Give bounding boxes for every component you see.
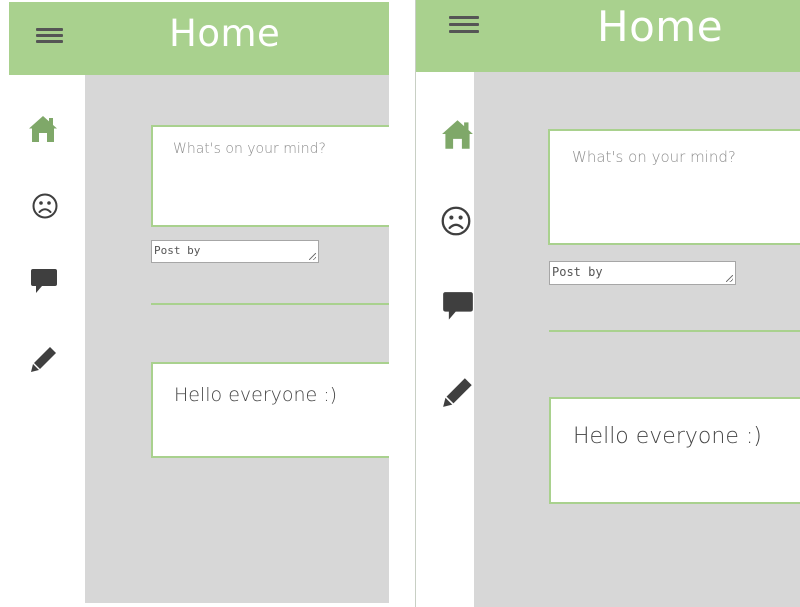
comment-icon[interactable]	[30, 268, 58, 296]
divider	[549, 330, 800, 332]
post-by-placeholder: Post by	[552, 265, 603, 279]
resize-grip-icon[interactable]	[309, 253, 316, 260]
divider	[151, 303, 389, 305]
pencil-icon[interactable]	[442, 376, 474, 408]
sad-face-icon[interactable]	[32, 193, 58, 219]
home-icon[interactable]	[28, 115, 58, 143]
post-card: Hello everyone :)	[151, 362, 389, 458]
comment-icon[interactable]	[442, 291, 474, 323]
status-input[interactable]: What's on your mind?	[548, 129, 800, 245]
home-icon[interactable]	[441, 118, 474, 151]
mobile-screen-left: Home What's on your mind? Post by Hello …	[9, 0, 389, 603]
sidebar	[9, 75, 85, 603]
sidebar	[416, 72, 474, 607]
side-by-side-screens: Home What's on your mind? Post by Hello …	[0, 0, 800, 607]
pencil-icon[interactable]	[30, 345, 58, 373]
post-by-placeholder: Post by	[154, 244, 201, 257]
sad-face-icon[interactable]	[441, 206, 471, 236]
page-title: Home	[169, 12, 281, 55]
feed-area: What's on your mind? Post by Hello every…	[474, 72, 800, 607]
hamburger-icon[interactable]	[36, 28, 63, 43]
app-header: Home	[9, 2, 389, 75]
mobile-screen-right: Home What's on your mind? Post by Hello …	[415, 0, 800, 607]
app-header: Home	[416, 0, 800, 72]
status-input[interactable]: What's on your mind?	[151, 125, 389, 227]
page-title: Home	[597, 2, 724, 51]
hamburger-icon[interactable]	[449, 16, 479, 33]
post-by-field[interactable]: Post by	[151, 240, 319, 263]
resize-grip-icon[interactable]	[726, 275, 733, 282]
feed-area: What's on your mind? Post by Hello every…	[85, 75, 389, 603]
post-text: Hello everyone :)	[174, 384, 338, 406]
post-text: Hello everyone :)	[573, 424, 762, 449]
post-card: Hello everyone :)	[549, 397, 800, 504]
post-by-field[interactable]: Post by	[549, 261, 736, 285]
